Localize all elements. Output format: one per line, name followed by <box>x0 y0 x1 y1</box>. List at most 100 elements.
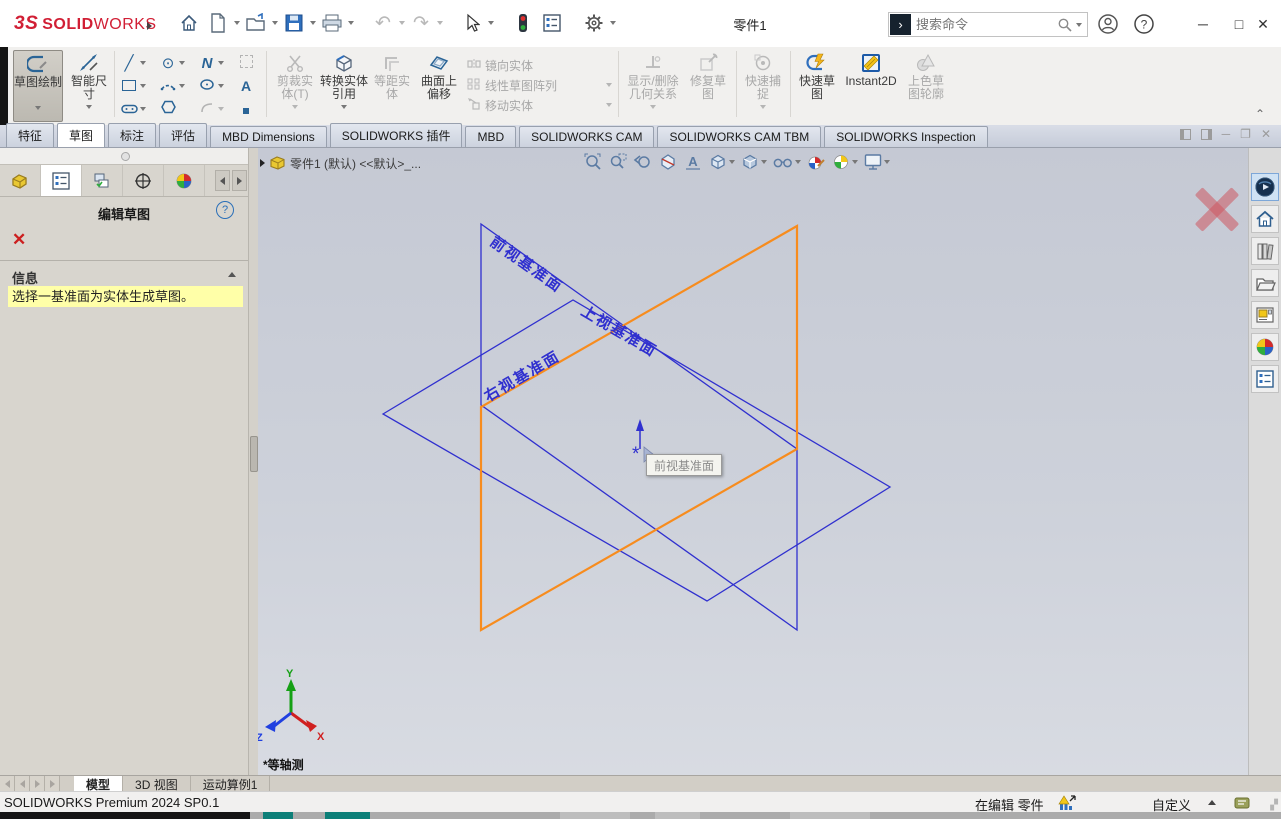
featuremanager-tree-icon[interactable] <box>0 165 41 196</box>
slot-dropdown-icon[interactable] <box>140 107 146 111</box>
maximize-icon[interactable]: □ <box>1226 12 1252 36</box>
tab-annotations[interactable]: 标注 <box>108 123 156 147</box>
text-tool[interactable]: A <box>235 75 274 97</box>
sketch-button[interactable]: 草图绘制 <box>13 50 63 122</box>
slot-tool[interactable] <box>118 98 157 120</box>
home-resources-icon[interactable] <box>1251 205 1279 233</box>
dock-right-icon[interactable] <box>1201 129 1212 140</box>
line-dropdown-icon[interactable] <box>140 61 146 65</box>
dock-left-icon[interactable] <box>1180 129 1191 140</box>
tab-addins[interactable]: SOLIDWORKS 插件 <box>330 123 463 147</box>
design-library-icon[interactable] <box>1251 237 1279 265</box>
home-icon[interactable] <box>176 10 202 36</box>
display-style-icon[interactable] <box>740 151 767 173</box>
search-input[interactable] <box>912 17 1057 32</box>
new-document-icon[interactable] <box>205 10 231 36</box>
open-icon[interactable] <box>243 10 269 36</box>
rectangle-tool[interactable] <box>118 75 157 97</box>
logo-flyout-arrow-icon[interactable] <box>147 17 152 35</box>
previous-view-icon[interactable] <box>633 151 653 173</box>
print-dropdown-icon[interactable] <box>348 21 354 25</box>
surface-offset-button[interactable]: 曲面上偏移 <box>416 50 462 120</box>
circle-tool[interactable]: ⊙ <box>157 52 196 74</box>
smart-dimension-button[interactable]: 智能尺寸 <box>66 50 112 120</box>
convert-dropdown-icon[interactable] <box>341 105 347 109</box>
smart-dimension-dropdown-icon[interactable] <box>86 105 92 109</box>
threedexperience-icon[interactable] <box>1251 173 1279 201</box>
panel-tabs-scroll-right-icon[interactable] <box>232 170 247 191</box>
options-gear-icon[interactable] <box>581 10 607 36</box>
feature-tree-flyout[interactable]: 零件1 (默认) <<默认>_... <box>258 153 421 173</box>
appearances-icon[interactable] <box>1251 333 1279 361</box>
circle-dropdown-icon[interactable] <box>179 61 185 65</box>
spline-dropdown-icon[interactable] <box>218 61 224 65</box>
configurationmanager-icon[interactable] <box>82 165 123 196</box>
design-checker-icon[interactable] <box>539 10 565 36</box>
confirmation-corner-cancel-icon[interactable] <box>1192 184 1242 234</box>
tab-inspection[interactable]: SOLIDWORKS Inspection <box>824 126 987 147</box>
zoom-to-fit-icon[interactable] <box>583 151 603 173</box>
section-view-icon[interactable] <box>658 151 678 173</box>
select-cursor-icon[interactable] <box>459 10 485 36</box>
displaymanager-icon[interactable] <box>164 165 205 196</box>
view-palette-icon[interactable] <box>1251 301 1279 329</box>
open-dropdown-icon[interactable] <box>272 21 278 25</box>
print-icon[interactable] <box>319 10 345 36</box>
select-dropdown-icon[interactable] <box>488 21 494 25</box>
info-collapse-icon[interactable] <box>228 272 236 277</box>
apply-scene-icon[interactable] <box>831 151 858 173</box>
graphics-viewport[interactable]: 前视基准面 上视基准面 右视基准面 * Y X Z <box>258 148 1248 775</box>
tab-3d-views[interactable]: 3D 视图 <box>123 776 191 792</box>
zoom-to-area-icon[interactable] <box>608 151 628 173</box>
edit-appearance-icon[interactable] <box>806 151 826 173</box>
file-explorer-icon[interactable] <box>1251 269 1279 297</box>
tab-features[interactable]: 特征 <box>6 123 54 147</box>
panel-splitter-knob[interactable] <box>121 152 130 161</box>
tab-sketch[interactable]: 草图 <box>57 123 105 147</box>
dimxpertmanager-icon[interactable] <box>123 165 164 196</box>
panel-cancel-icon[interactable]: ✕ <box>12 232 26 247</box>
display-style-dropdown-icon[interactable] <box>761 160 767 164</box>
save-dropdown-icon[interactable] <box>310 21 316 25</box>
help-icon[interactable]: ? <box>1131 12 1157 36</box>
line-tool[interactable]: ╱ <box>118 52 157 74</box>
arc-tool[interactable] <box>157 75 196 97</box>
tab-mbd-dimensions[interactable]: MBD Dimensions <box>210 126 327 147</box>
ellipse-tool[interactable] <box>196 75 235 97</box>
pane-restore-icon[interactable]: ❐ <box>1240 129 1251 140</box>
tag-icon[interactable] <box>1234 796 1250 813</box>
spline-tool[interactable]: N <box>196 52 235 74</box>
apply-scene-dropdown-icon[interactable] <box>852 160 858 164</box>
user-account-icon[interactable] <box>1095 12 1121 36</box>
interference-light-icon[interactable] <box>510 10 536 36</box>
resize-grip[interactable]: ▞ <box>1270 800 1279 811</box>
hide-show-items-icon[interactable] <box>772 151 801 173</box>
customize-expand-icon[interactable] <box>1208 800 1216 805</box>
hide-show-dropdown-icon[interactable] <box>795 160 801 164</box>
save-icon[interactable] <box>281 10 307 36</box>
view-orientation-icon[interactable] <box>708 151 735 173</box>
options-dropdown-icon[interactable] <box>610 21 616 25</box>
tab-cam[interactable]: SOLIDWORKS CAM <box>519 126 654 147</box>
search-dropdown-icon[interactable] <box>1076 23 1082 27</box>
close-icon[interactable]: ✕ <box>1250 12 1276 36</box>
pane-close-icon[interactable]: ✕ <box>1261 129 1271 140</box>
point-tool[interactable] <box>235 98 274 120</box>
instant2d-button[interactable]: Instant2D <box>843 50 899 120</box>
panel-tabs-scroll-left-icon[interactable] <box>215 170 230 191</box>
splitter-handle[interactable] <box>250 436 258 472</box>
ellipse-dropdown-icon[interactable] <box>218 84 224 88</box>
tab-model[interactable]: 模型 <box>74 776 123 792</box>
new-dropdown-icon[interactable] <box>234 21 240 25</box>
view-orientation-dropdown-icon[interactable] <box>729 160 735 164</box>
tab-mbd[interactable]: MBD <box>465 126 516 147</box>
sketch-dropdown-icon[interactable] <box>35 106 41 110</box>
view-settings-dropdown-icon[interactable] <box>884 160 890 164</box>
arc-dropdown-icon[interactable] <box>179 84 185 88</box>
panel-help-icon[interactable]: ? <box>216 201 234 219</box>
rectangle-dropdown-icon[interactable] <box>140 84 146 88</box>
tab-evaluate[interactable]: 评估 <box>159 123 207 147</box>
custom-properties-icon[interactable] <box>1251 365 1279 393</box>
annotation-view-icon[interactable]: A <box>683 151 703 173</box>
minimize-icon[interactable]: ─ <box>1190 12 1216 36</box>
